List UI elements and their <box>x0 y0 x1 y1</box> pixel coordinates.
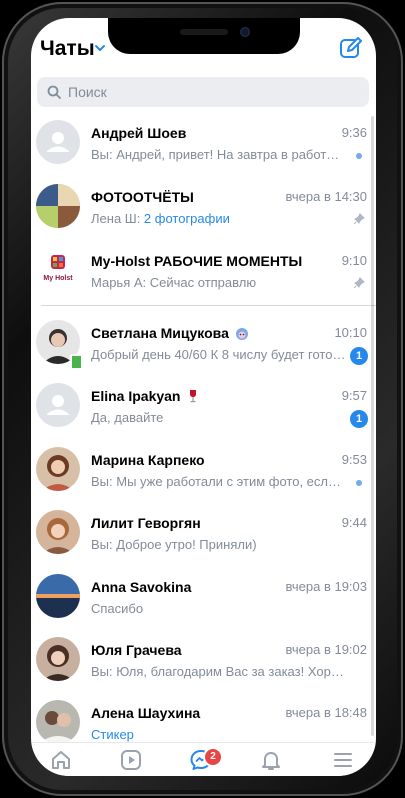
hedgehog-emoji-icon <box>235 328 248 340</box>
chat-name: Андрей Шоев <box>91 125 187 141</box>
search-input[interactable]: Поиск <box>37 77 369 107</box>
unread-dot <box>356 153 362 159</box>
chat-preview: Стикер <box>91 727 134 742</box>
chat-time: 9:53 <box>341 452 367 467</box>
chat-row[interactable]: Андрей Шоев 9:36 Вы: Андрей, привет! На … <box>31 114 376 177</box>
unread-dot <box>356 480 362 486</box>
page-title[interactable]: Чаты <box>40 37 95 61</box>
compose-icon[interactable] <box>339 36 363 60</box>
chevron-down-icon[interactable] <box>93 41 107 55</box>
chat-name: ФОТООТЧЁТЫ <box>91 189 194 205</box>
chat-preview: Марья А: Сейчас отправлю <box>91 275 257 290</box>
clips-icon[interactable] <box>119 748 143 772</box>
search-placeholder: Поиск <box>68 84 107 100</box>
preview-attachment: 2 фотографии <box>143 211 230 226</box>
notifications-bell-icon[interactable] <box>259 748 283 772</box>
chat-preview: Спасибо <box>91 601 144 616</box>
chat-name-text: Светлана Мицукова <box>91 325 229 341</box>
chat-name: Anna Savokina <box>91 579 192 595</box>
chat-row[interactable]: Юля Грачева вчера в 19:02 Вы: Юля, благо… <box>31 631 376 694</box>
chat-name: Светлана Мицукова <box>91 325 249 341</box>
chat-row[interactable]: Светлана Мицукова 10:10 Добрый день 40/6… <box>31 314 376 377</box>
mobile-online-icon <box>70 354 83 370</box>
chat-time: вчера в 19:03 <box>285 579 367 594</box>
chat-preview: Лена Ш: 2 фотографии <box>91 211 346 226</box>
avatar-photo <box>36 447 80 491</box>
chat-time: вчера в 19:02 <box>285 642 367 657</box>
chat-name: Elina Ipakyan <box>91 388 200 404</box>
chat-row[interactable]: Anna Savokina вчера в 19:03 Спасибо <box>31 568 376 631</box>
chat-row[interactable]: Elina Ipakyan 9:57 Да, давайте 1 <box>31 377 376 440</box>
notch <box>108 18 300 54</box>
chat-name: Юля Грачева <box>91 642 182 658</box>
chat-time: 9:57 <box>341 388 367 403</box>
unread-badge: 1 <box>350 410 368 428</box>
chat-preview: Вы: Мы уже работали с этим фото, если м… <box>91 474 346 489</box>
avatar-photo-collage <box>36 184 80 228</box>
scrollbar[interactable] <box>371 116 374 736</box>
avatar-photo <box>36 637 80 681</box>
avatar-photo <box>36 574 80 618</box>
chat-preview: Вы: Юля, благодарим Вас за заказ! Хороше… <box>91 664 346 679</box>
chat-preview: Вы: Андрей, привет! На завтра в работе Б… <box>91 147 346 162</box>
chat-name: My-Holst РАБОЧИЕ МОМЕНТЫ <box>91 253 303 269</box>
chat-time: 9:36 <box>341 125 367 140</box>
preview-sender: Лена Ш: <box>91 211 144 226</box>
wine-glass-emoji-icon <box>190 390 197 403</box>
chat-row[interactable]: Марина Карпеко 9:53 Вы: Мы уже работали … <box>31 441 376 504</box>
avatar-placeholder <box>36 383 80 427</box>
chat-preview: Вы: Доброе утро! Приняли) <box>91 537 257 552</box>
chat-row[interactable]: Лилит Геворгян 9:44 Вы: Доброе утро! При… <box>31 504 376 567</box>
pin-icon <box>353 213 365 225</box>
chat-name: Марина Карпеко <box>91 452 205 468</box>
avatar-logo: My Holst <box>36 248 80 292</box>
avatar-photo <box>36 700 80 744</box>
chat-name: Алена Шаухина <box>91 705 201 721</box>
chat-preview: Да, давайте <box>91 410 164 425</box>
search-icon <box>47 85 61 99</box>
tab-bar: 2 <box>31 742 376 776</box>
messages-badge: 2 <box>203 747 223 767</box>
chat-time: 9:10 <box>341 253 367 268</box>
chat-time: 9:44 <box>341 515 367 530</box>
chat-time: вчера в 14:30 <box>285 189 367 204</box>
pinned-separator <box>41 305 376 306</box>
menu-icon[interactable] <box>331 748 355 772</box>
home-icon[interactable] <box>49 748 73 772</box>
avatar-placeholder <box>36 120 80 164</box>
chat-time: 10:10 <box>334 325 367 340</box>
front-camera <box>240 27 250 37</box>
svg-text:My Holst: My Holst <box>43 275 73 282</box>
speaker <box>180 29 228 35</box>
chat-preview: Добрый день 40/60 К 8 числу будет гото… <box>91 347 346 362</box>
avatar-photo <box>36 510 80 554</box>
chat-row[interactable]: My Holst My-Holst РАБОЧИЕ МОМЕНТЫ 9:10 М… <box>31 242 376 305</box>
chat-name-text: Elina Ipakyan <box>91 388 181 404</box>
unread-badge: 1 <box>350 347 368 365</box>
chat-row[interactable]: ФОТООТЧЁТЫ вчера в 14:30 Лена Ш: 2 фотог… <box>31 178 376 241</box>
chat-name: Лилит Геворгян <box>91 515 201 531</box>
pin-icon <box>353 277 365 289</box>
screen: Чаты Поиск Андрей Шоев 9:36 Вы: Андрей, … <box>31 18 376 776</box>
chat-time: вчера в 18:48 <box>285 705 367 720</box>
